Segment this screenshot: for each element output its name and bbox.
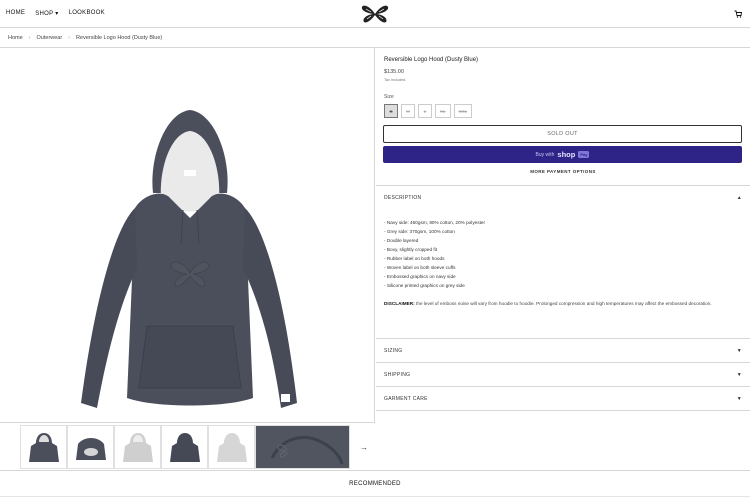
- nav-links: HOME SHOP ▾ LOOKBOOK: [6, 10, 105, 17]
- shop-pay-button[interactable]: Buy with shop Pay: [383, 146, 742, 163]
- divider: [0, 496, 750, 497]
- chevron-down-icon: ▼: [736, 371, 742, 378]
- description-bullet: - Grey side: 370gsm, 100% cotton: [384, 229, 455, 234]
- thumbnail-navy-front[interactable]: [20, 425, 67, 469]
- size-label: Size: [384, 94, 394, 100]
- chevron-down-icon: ▼: [736, 347, 742, 354]
- accordion-sizing-label: SIZING: [384, 347, 403, 354]
- thumbnail-next-arrow-icon[interactable]: →: [360, 443, 368, 452]
- disclaimer-body: the level of emboss noise will vary from…: [416, 301, 712, 306]
- recommended-heading: RECOMMENDED: [349, 481, 401, 487]
- accordion-description-label: DESCRIPTION: [384, 194, 422, 201]
- description-bullet: - Woven label on both sleeve cuffs: [384, 265, 456, 270]
- hoodie-front-image: [81, 110, 297, 408]
- breadcrumb-outerwear[interactable]: Outerwear: [37, 35, 63, 41]
- breadcrumb-current: Reversible Logo Hood (Dusty Blue): [76, 35, 163, 41]
- shop-pay-prefix: Buy with: [535, 151, 555, 158]
- product-info-panel: Reversible Logo Hood (Dusty Blue) $135.0…: [376, 48, 750, 470]
- size-option-l[interactable]: L: [418, 104, 432, 118]
- chevron-up-icon: ▲: [736, 194, 742, 201]
- size-option-s[interactable]: S: [384, 104, 398, 118]
- accordion-sizing-header[interactable]: SIZING ▼: [376, 338, 750, 362]
- disclaimer-text: DISCLAIMER: the level of emboss noise wi…: [384, 299, 734, 309]
- product-price: $135.00: [384, 69, 404, 75]
- product-thumbnails: →: [0, 422, 375, 470]
- product-title: Reversible Logo Hood (Dusty Blue): [384, 57, 479, 63]
- accordion-shipping-header[interactable]: SHIPPING ▼: [376, 362, 750, 386]
- nav-shop-link[interactable]: SHOP ▾: [35, 10, 58, 17]
- thumbnail-navy-back[interactable]: [161, 425, 208, 469]
- disclaimer-label: DISCLAIMER:: [384, 301, 415, 306]
- accordion-care-header[interactable]: GARMENT CARE ▼: [376, 386, 750, 411]
- description-bullet: - Boxy, slightly cropped fit: [384, 247, 438, 252]
- accordion-description-header[interactable]: DESCRIPTION ▲: [376, 185, 750, 209]
- accordion-care-label: GARMENT CARE: [384, 395, 428, 402]
- size-selector: S M L XL XXL: [384, 104, 473, 118]
- thumbnail-grey-back[interactable]: [208, 425, 255, 469]
- chevron-down-icon: ▼: [736, 395, 742, 402]
- top-nav: HOME SHOP ▾ LOOKBOOK: [0, 0, 750, 28]
- butterfly-logo-icon[interactable]: [360, 4, 390, 24]
- description-bullet: - Rubber label on both hoods: [384, 256, 445, 261]
- description-bullet: - Navy side: 460gsm, 80% cotton, 20% pol…: [384, 220, 486, 225]
- tax-note: Tax included.: [384, 78, 407, 82]
- nav-lookbook-link[interactable]: LOOKBOOK: [69, 10, 105, 17]
- shop-pay-badge: Pay: [578, 151, 590, 158]
- breadcrumb-separator: ›: [68, 35, 71, 41]
- breadcrumb-home[interactable]: Home: [8, 35, 23, 41]
- size-option-xxl[interactable]: XXL: [453, 104, 473, 118]
- breadcrumb: Home › Outerwear › Reversible Logo Hood …: [0, 28, 750, 48]
- accordion-shipping-label: SHIPPING: [384, 371, 411, 378]
- breadcrumb-separator: ›: [28, 35, 31, 41]
- product-main-image[interactable]: [0, 48, 375, 422]
- shop-pay-logo: shop: [557, 150, 576, 159]
- description-bullet: - Silicone printed graphics on grey side: [384, 283, 465, 288]
- description-bullet: - Embossed graphics on navy side: [384, 274, 456, 279]
- nav-home-link[interactable]: HOME: [6, 10, 25, 17]
- thumbnail-emboss-closeup[interactable]: [255, 425, 350, 469]
- thumbnail-grey-front[interactable]: [114, 425, 161, 469]
- description-list: - Navy side: 460gsm, 80% cotton, 20% pol…: [384, 218, 742, 290]
- more-payment-options-link[interactable]: MORE PAYMENT OPTIONS: [376, 169, 750, 174]
- size-option-m[interactable]: M: [401, 104, 415, 118]
- size-option-xl[interactable]: XL: [435, 104, 451, 118]
- sold-out-button[interactable]: SOLD OUT: [383, 125, 742, 143]
- description-bullet: - Double layered: [384, 238, 419, 243]
- cart-icon[interactable]: [734, 10, 742, 18]
- thumbnail-navy-folded[interactable]: [67, 425, 114, 469]
